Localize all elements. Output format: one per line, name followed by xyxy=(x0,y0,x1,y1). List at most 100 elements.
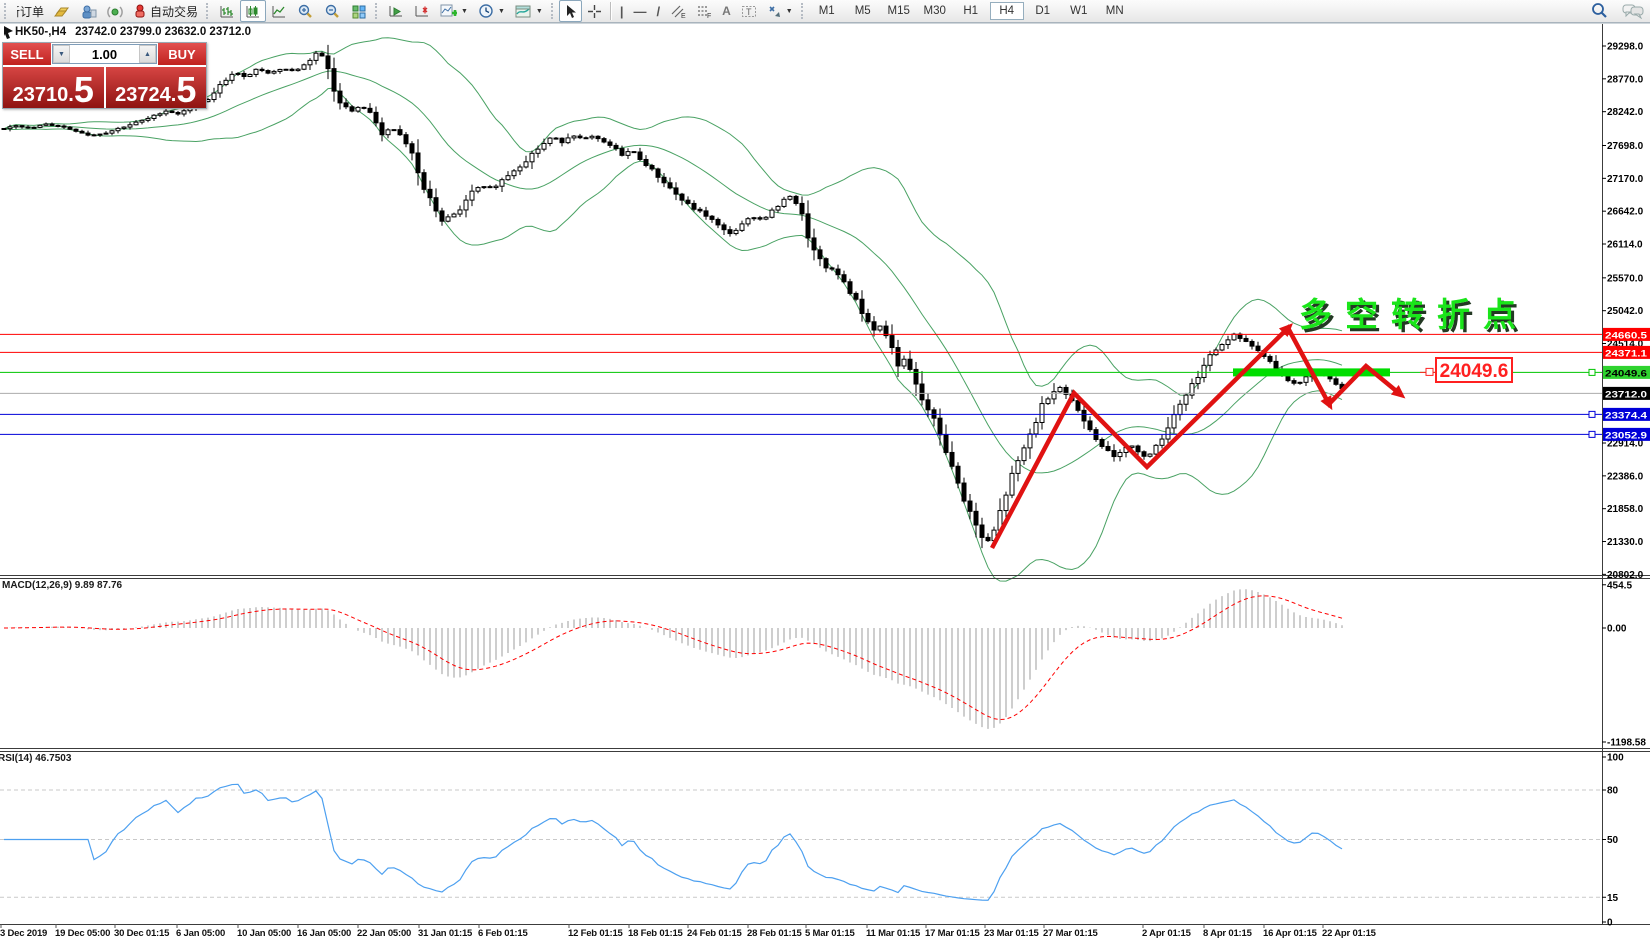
time-axis-label: 27 Mar 01:15 xyxy=(1043,928,1098,939)
timeframe-button-h1[interactable]: H1 xyxy=(954,2,988,20)
panel-collapse-pointer[interactable] xyxy=(4,26,13,39)
crosshair-icon xyxy=(587,4,602,19)
time-axis-label: 18 Feb 01:15 xyxy=(628,928,683,939)
toolbar-grip[interactable] xyxy=(4,3,9,19)
indicator-window-icon[interactable] xyxy=(383,0,409,22)
one-click-trading-panel: SELL ▼ 1.00 ▲ BUY 23710.5 23724.5 xyxy=(2,42,207,109)
ohlc-values: 23742.0 23799.0 23632.0 23712.0 xyxy=(75,26,251,38)
expert-advisor-icon[interactable] xyxy=(76,0,102,22)
volume-increase-button[interactable]: ▲ xyxy=(139,45,156,63)
price-callout-text: 24049.6 xyxy=(1440,361,1509,382)
time-axis-label: 2 Apr 01:15 xyxy=(1142,928,1191,939)
price-tick-label: 28242.0 xyxy=(1607,107,1644,118)
svg-text:23052.9: 23052.9 xyxy=(1605,430,1647,441)
trend-zigzag-arrow[interactable] xyxy=(992,328,1400,548)
period-button[interactable]: ▼ xyxy=(473,0,510,22)
zoom-out-icon[interactable] xyxy=(319,0,346,22)
macd-tick-label: -1198.58 xyxy=(1607,737,1646,748)
chart-canvas[interactable]: 多空转折点多空转折点24049.629298.028770.028242.027… xyxy=(0,0,1650,944)
sell-button[interactable]: SELL xyxy=(3,43,51,65)
time-axis-label: 3 Dec 2019 xyxy=(0,928,47,939)
price-tick-label: 25042.0 xyxy=(1607,306,1644,317)
annotations-layer[interactable]: 多空转折点多空转折点24049.6 xyxy=(4,26,1532,548)
price-tick-label: 26642.0 xyxy=(1607,207,1644,218)
timeframe-button-w1[interactable]: W1 xyxy=(1062,2,1096,20)
time-axis: 3 Dec 201919 Dec 05:0030 Dec 01:156 Jan … xyxy=(0,928,1650,942)
volume-value: 1.00 xyxy=(70,45,139,63)
line-chart-icon[interactable] xyxy=(266,0,292,22)
search-icon[interactable] xyxy=(1591,2,1608,19)
cursor-tool-button[interactable] xyxy=(559,0,582,22)
bollinger-bands xyxy=(4,38,1342,581)
trendline-tool[interactable]: / xyxy=(651,0,665,22)
new-order-label: 新订单 xyxy=(17,3,44,20)
line-handle[interactable] xyxy=(1589,431,1595,437)
sell-price[interactable]: 23710.5 xyxy=(3,67,106,108)
gold-ingot-icon[interactable] xyxy=(49,0,76,22)
crosshair-tool-button[interactable] xyxy=(582,0,607,22)
timeframe-button-m5[interactable]: M5 xyxy=(846,2,880,20)
time-axis-label: 28 Feb 01:15 xyxy=(747,928,802,939)
arrows-tool[interactable]: ▼ xyxy=(762,0,798,22)
autotrading-icon xyxy=(133,4,147,18)
rsi-tick-label: 50 xyxy=(1607,835,1619,846)
timeframe-button-m15[interactable]: M15 xyxy=(882,2,916,20)
buy-price[interactable]: 23724.5 xyxy=(106,67,207,108)
chart-title: HK50-,H4 23742.0 23799.0 23632.0 23712.0 xyxy=(15,26,251,38)
timeframe-button-d1[interactable]: D1 xyxy=(1026,2,1060,20)
time-axis-label: 5 Mar 01:15 xyxy=(805,928,855,939)
arrows-icon xyxy=(767,4,782,19)
candlestick-chart-icon[interactable] xyxy=(240,0,266,22)
line-handle[interactable] xyxy=(1589,411,1595,417)
callout-handle[interactable] xyxy=(1426,368,1433,375)
time-axis-label: 17 Mar 01:15 xyxy=(925,928,980,939)
timeframe-button-m1[interactable]: M1 xyxy=(810,2,844,20)
candles-layer xyxy=(2,45,1344,548)
add-indicator-button[interactable]: ▼ xyxy=(435,0,473,22)
price-tick-label: 28770.0 xyxy=(1607,74,1644,85)
fibonacci-tool[interactable]: F xyxy=(691,0,717,22)
chevron-down-icon: ▼ xyxy=(498,8,505,15)
macd-pane-label: MACD(12,26,9) 9.89 87.76 xyxy=(2,580,122,591)
channel-tool[interactable]: E xyxy=(665,0,691,22)
template-button[interactable]: ▼ xyxy=(510,0,548,22)
price-tick-label: 20802.0 xyxy=(1607,570,1644,581)
price-tick-label: 27170.0 xyxy=(1607,174,1644,185)
indicator-list-icon[interactable] xyxy=(409,0,435,22)
chevron-down-icon: ▼ xyxy=(461,8,468,15)
text-tool[interactable]: A xyxy=(717,0,736,22)
turning-point-annotation[interactable]: 多空转折点 xyxy=(1299,296,1529,333)
timeframe-button-h4[interactable]: H4 xyxy=(990,2,1024,20)
time-axis-label: 12 Feb 01:15 xyxy=(568,928,623,939)
chevron-down-icon: ▼ xyxy=(786,8,793,15)
timeframe-button-mn[interactable]: MN xyxy=(1098,2,1132,20)
new-order-button[interactable]: 新订单 xyxy=(12,1,49,21)
horizontal-line-tool[interactable]: — xyxy=(628,0,651,22)
svg-text:24371.1: 24371.1 xyxy=(1605,348,1648,359)
timeframe-button-m30[interactable]: M30 xyxy=(918,2,952,20)
svg-text:F: F xyxy=(707,13,711,19)
volume-decrease-button[interactable]: ▼ xyxy=(53,45,70,63)
time-axis-label: 31 Jan 01:15 xyxy=(418,928,472,939)
line-handle[interactable] xyxy=(1589,369,1595,375)
time-axis-label: 10 Jan 05:00 xyxy=(237,928,291,939)
rsi-tick-label: 15 xyxy=(1607,893,1619,904)
bar-chart-icon[interactable] xyxy=(214,0,240,22)
symbol-period-label: HK50-,H4 xyxy=(15,26,66,38)
chat-icon[interactable] xyxy=(1622,3,1644,19)
vertical-line-tool[interactable]: | xyxy=(615,0,629,22)
chevron-down-icon: ▼ xyxy=(536,8,543,15)
horizontal-lines-layer[interactable] xyxy=(0,334,1602,437)
signal-icon[interactable] xyxy=(102,0,128,22)
volume-stepper[interactable]: ▼ 1.00 ▲ xyxy=(52,44,157,64)
buy-button[interactable]: BUY xyxy=(158,43,206,65)
time-axis-label: 19 Dec 05:00 xyxy=(55,928,110,939)
grid-layer xyxy=(0,790,1602,897)
zoom-in-icon[interactable] xyxy=(292,0,319,22)
text-label-tool[interactable]: T xyxy=(736,0,762,22)
autotrading-button[interactable]: 自动交易 xyxy=(128,1,203,21)
time-axis-label: 24 Feb 01:15 xyxy=(687,928,742,939)
svg-text:23374.4: 23374.4 xyxy=(1605,410,1648,421)
tile-windows-icon[interactable] xyxy=(346,0,372,22)
time-axis-label: 22 Jan 05:00 xyxy=(357,928,411,939)
